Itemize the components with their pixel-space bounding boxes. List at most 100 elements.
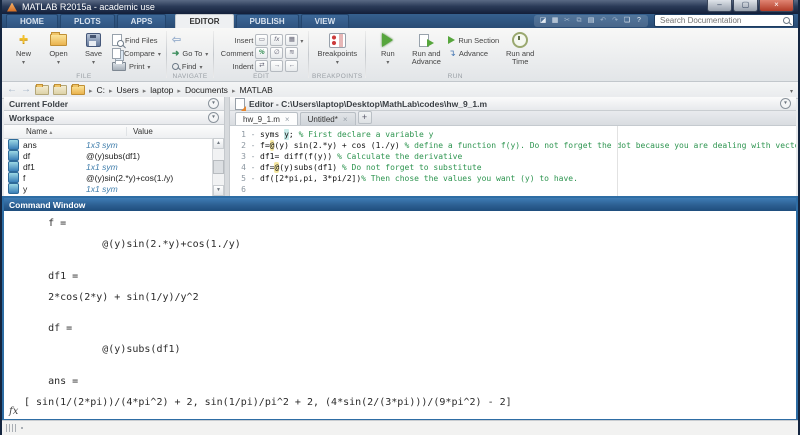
run-section-button[interactable]: Run Section [448,34,499,46]
save-button[interactable]: Save [77,30,110,72]
dropdown-caret-icon [158,49,161,58]
scroll-up-icon[interactable]: ▲ [213,138,224,149]
find-button[interactable]: Find [172,60,208,72]
search-documentation-box[interactable] [654,14,794,27]
dropdown-caret-icon [147,62,150,71]
dropdown-caret-icon [57,58,60,66]
comment-icon[interactable]: % [255,47,268,59]
indent-right-icon[interactable]: → [270,60,283,72]
address-dropdown-icon[interactable] [790,85,793,95]
paste-icon[interactable]: ▤ [586,16,596,26]
scrollbar-thumb[interactable] [213,160,224,174]
command-window-content[interactable]: f = @(y)sin(2.*y)+cos(1./y) df1 = 2*cos(… [4,211,796,419]
maximize-button[interactable]: ▢ [733,0,758,12]
dropdown-caret-icon [92,58,95,66]
new-tab-button[interactable] [358,111,372,124]
editor-tab-hw91[interactable]: hw_9_1.m [235,112,298,125]
workspace-title: Workspace [9,113,54,123]
back-arrow-icon: ⇦ [172,35,181,45]
current-folder-icon [71,85,85,95]
goto-button[interactable]: ➜ Go To [172,47,208,59]
editor-tab-untitled[interactable]: Untitled* [300,112,356,125]
dropdown-caret-icon [199,62,202,71]
wrap-comment-icon[interactable]: ≋ [285,47,298,59]
tab-publish[interactable]: PUBLISH [236,14,299,28]
editor-header[interactable]: Editor - C:\Users\laptop\Desktop\MathLab… [230,97,796,111]
run-and-time-button[interactable]: Run and Time [501,30,539,72]
workspace-row-df1[interactable]: df1 1x1 sym [4,161,224,172]
current-folder-header[interactable]: Current Folder [4,97,224,111]
uncomment-icon[interactable]: ∅ [270,47,283,59]
workspace-row-df[interactable]: df @(y)subs(df1) [4,150,224,161]
tab-editor[interactable]: EDITOR [175,14,233,28]
code-editor[interactable]: 1-syms y; % First declare a variable y 2… [230,126,796,196]
help-icon[interactable]: ? [634,16,644,26]
sym-variable-icon [8,172,19,183]
tab-home[interactable]: HOME [6,14,58,28]
breadcrumb-matlab[interactable]: MATLAB [239,85,272,95]
panel-menu-icon[interactable] [208,112,219,123]
fx-prompt-icon[interactable]: fx [9,406,18,417]
value-column-header[interactable]: Value [127,127,153,136]
workspace-scrollbar[interactable]: ▲ ▼ [212,138,224,196]
workspace-row-f[interactable]: f @(y)sin(2.*y)+cos(1./y) [4,172,224,183]
compare-button[interactable]: Compare [112,47,161,59]
cut-icon[interactable]: ✂ [562,16,572,26]
breadcrumb-drive[interactable]: C: [97,85,106,95]
code-line-6: 6 [230,184,796,195]
smart-indent-icon[interactable]: ⇄ [255,60,268,72]
redo-icon[interactable]: ↷ [610,16,620,26]
save-icon[interactable]: ▦ [550,16,560,26]
scroll-down-icon[interactable]: ▼ [213,185,224,196]
insert-image-icon[interactable]: ▦ [285,34,298,46]
indent-left-icon[interactable]: ← [285,60,298,72]
search-input[interactable] [658,15,774,26]
run-and-advance-button[interactable]: Run and Advance [406,30,446,72]
panel-menu-icon[interactable] [780,98,791,109]
editor-document-icon [235,98,245,110]
find-files-button[interactable]: Find Files [112,34,161,46]
workspace-row-y[interactable]: y 1x1 sym [4,183,224,194]
run-button[interactable]: Run [371,30,404,72]
close-tab-icon[interactable] [285,115,290,124]
window-controls: – ▢ × [707,0,794,12]
open-folder-icon [50,34,67,46]
forward-arrow-icon[interactable]: → [21,84,31,96]
breakpoints-button[interactable]: Breakpoints [314,30,360,72]
workspace-header[interactable]: Workspace [4,111,224,125]
close-button[interactable]: × [759,0,794,12]
panel-menu-icon[interactable] [208,98,219,109]
command-window-header[interactable]: Command Window [4,198,796,211]
file-section-label: FILE [2,73,166,80]
minimize-button[interactable]: – [707,0,732,12]
tab-apps[interactable]: APPS [117,14,167,28]
search-icon [783,17,790,24]
back-arrow-icon[interactable]: ← [7,84,17,96]
copy-icon[interactable]: ⧉ [574,16,584,26]
name-column-header[interactable]: Name [4,127,127,136]
tab-view[interactable]: VIEW [301,14,349,28]
find-files-icon [112,34,122,46]
editor-ribbon: + New Open Save Find Files [2,28,798,82]
run-section-label: RUN [366,73,544,80]
go-back-button[interactable]: ⇦ [172,34,208,46]
resize-grip-icon[interactable] [6,424,18,432]
insert-section-icon[interactable]: ▭ [255,34,268,46]
breadcrumb-users[interactable]: Users [117,85,139,95]
breadcrumb-documents[interactable]: Documents [185,85,228,95]
close-tab-icon[interactable] [343,115,348,124]
insert-function-icon[interactable]: fx [270,34,283,46]
print-button[interactable]: Print [112,60,161,72]
profile-icon[interactable]: ◪ [538,16,548,26]
workspace-row-ans[interactable]: ans 1x3 sym [4,139,224,150]
code-line-4: 4-df=@(y)subs(df1) % Do not forget to su… [230,162,796,173]
browse-folder-icon[interactable] [53,85,67,95]
open-button[interactable]: Open [42,30,75,72]
breadcrumb-laptop[interactable]: laptop [150,85,173,95]
new-button[interactable]: + New [7,30,40,72]
switch-window-icon[interactable]: ❏ [622,16,632,26]
up-one-level-icon[interactable] [35,85,49,95]
undo-icon[interactable]: ↶ [598,16,608,26]
advance-button[interactable]: ↴ Advance [448,47,499,59]
tab-plots[interactable]: PLOTS [60,14,115,28]
